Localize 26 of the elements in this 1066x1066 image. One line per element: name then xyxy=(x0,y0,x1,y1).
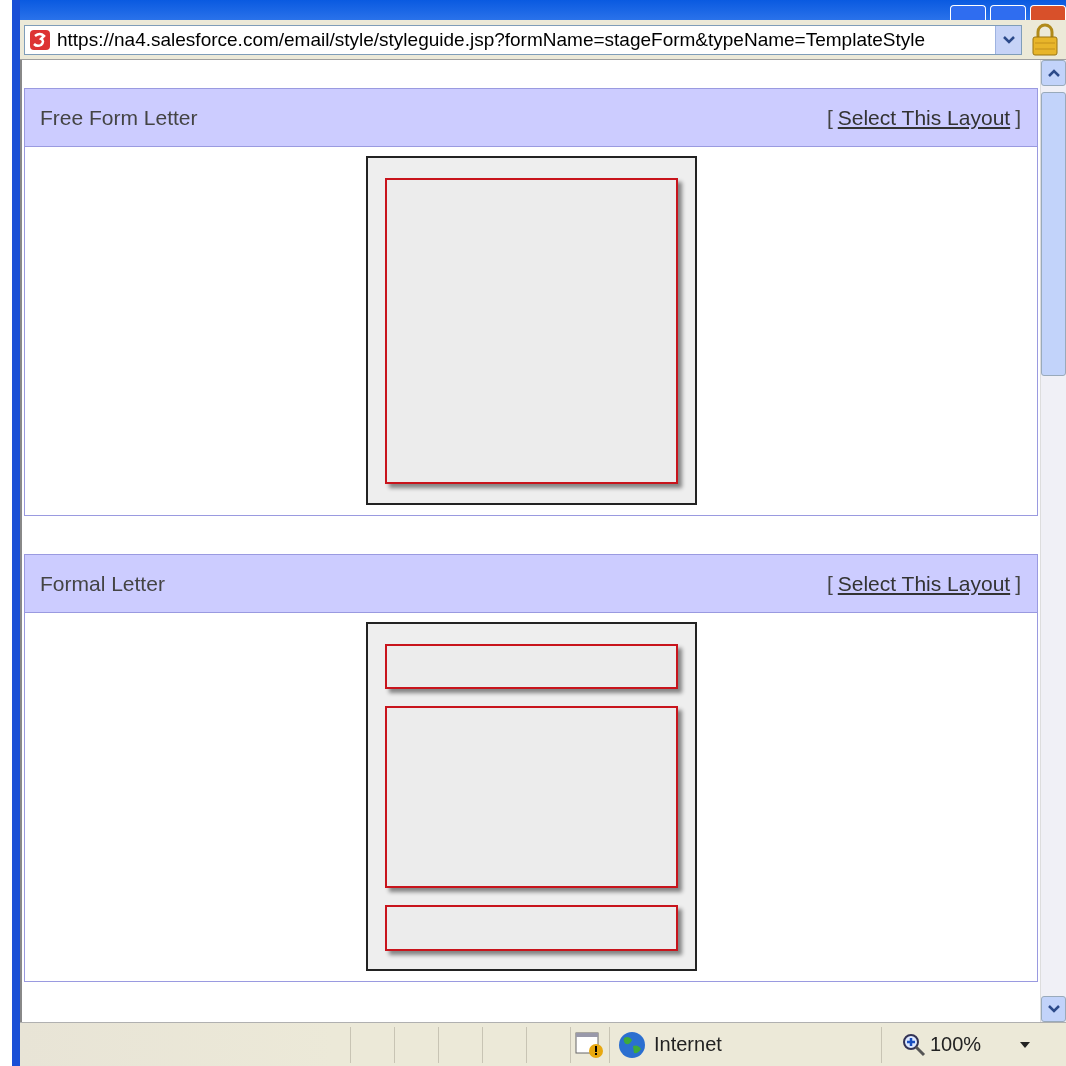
maximize-button[interactable] xyxy=(990,5,1026,20)
bracket-text: [ xyxy=(826,571,833,596)
address-field[interactable]: https://na4.salesforce.com/email/style/styleguide.jsp?formName=stageForm&typeName=TemplateStyle xyxy=(24,24,1022,55)
globe-icon xyxy=(618,1030,646,1059)
url-text: https://na4.salesforce.com/email/style/styleguide.jsp?formName=stageForm&typeName=TemplateStyle xyxy=(57,28,927,51)
zoom-control[interactable]: 100% xyxy=(881,1026,1066,1063)
layout-title: Formal Letter xyxy=(40,571,165,596)
chevron-down-icon xyxy=(1001,34,1016,45)
minimize-button[interactable] xyxy=(950,5,986,20)
lock-icon[interactable] xyxy=(1030,22,1060,57)
layout-title: Free Form Letter xyxy=(40,105,198,130)
bracket-text: [ xyxy=(826,105,833,130)
close-button[interactable] xyxy=(1030,5,1066,20)
dropdown-arrow-icon[interactable] xyxy=(1020,1041,1030,1048)
site-icon xyxy=(29,28,51,51)
security-zone-text: Internet xyxy=(654,1033,722,1056)
chevron-up-icon[interactable] xyxy=(1046,68,1061,78)
bracket-text: ] xyxy=(1015,571,1021,596)
scrollbar-thumb[interactable] xyxy=(1041,92,1066,376)
blocked-popup-warning-icon[interactable] xyxy=(575,1030,605,1059)
chevron-down-icon[interactable] xyxy=(1046,1004,1061,1014)
select-layout-link[interactable]: Select This Layout xyxy=(837,571,1011,596)
select-layout-link[interactable]: Select This Layout xyxy=(837,105,1011,130)
bracket-text: ] xyxy=(1015,105,1021,130)
url-dropdown-button[interactable] xyxy=(995,25,1021,54)
zoom-in-icon xyxy=(902,1032,926,1057)
